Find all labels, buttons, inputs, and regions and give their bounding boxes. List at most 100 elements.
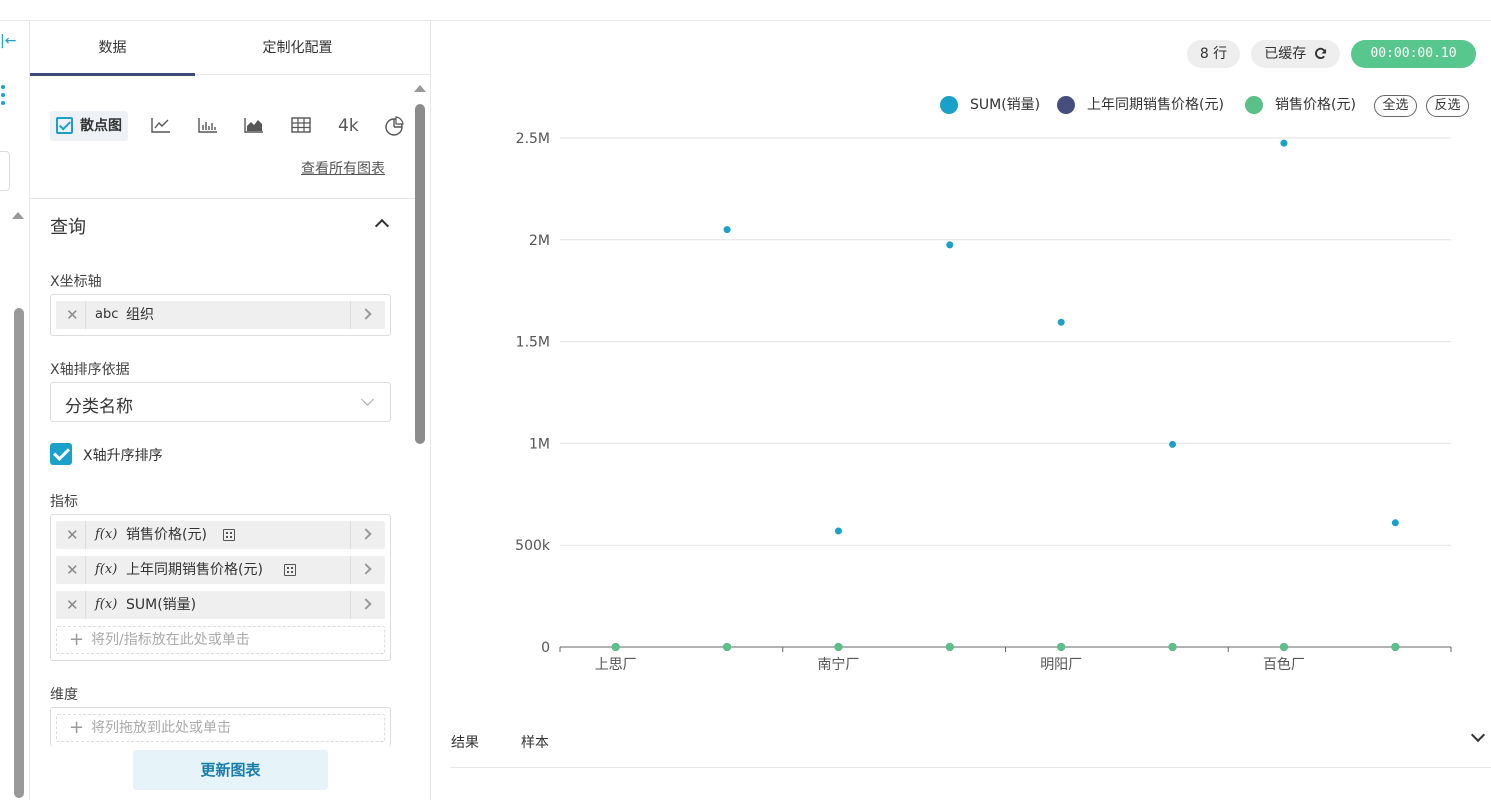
more-vertical-icon[interactable]: [1, 85, 7, 111]
pill-separator: [350, 301, 351, 329]
plus-icon: +: [69, 717, 85, 738]
text-type-icon: abc: [95, 307, 119, 322]
metrics-label: 指标: [50, 494, 78, 510]
metrics-dropzone[interactable]: + 将列/指标放在此处或单击: [56, 626, 385, 654]
chevron-right-icon[interactable]: [360, 528, 372, 540]
metric-pill[interactable]: ✕ f(x) 销售价格(元): [56, 521, 385, 549]
metric-pill[interactable]: ✕ f(x) 上年同期销售价格(元): [56, 556, 385, 584]
ascending-checkbox[interactable]: [50, 443, 72, 465]
pill-separator: [350, 521, 351, 549]
cached-label: 已缓存: [1264, 46, 1307, 62]
legend-item[interactable]: SUM(销量): [940, 94, 1050, 116]
metrics-well[interactable]: ✕ f(x) 销售价格(元) ✕ f(x) 上年同期销售价格(元) ✕ f(x)…: [50, 514, 391, 661]
refresh-icon[interactable]: [1314, 42, 1327, 70]
table-icon[interactable]: [291, 111, 313, 141]
search-box-edge[interactable]: [0, 151, 10, 191]
x-axis-well[interactable]: ✕ abc 组织: [50, 294, 391, 336]
pill-separator: [85, 556, 86, 584]
function-icon: f(x): [95, 562, 118, 577]
legend-item[interactable]: 销售价格(元): [1245, 94, 1365, 116]
legend-swatch: [1057, 96, 1075, 114]
x-axis-field-name: 组织: [126, 307, 154, 323]
data-point: [1169, 440, 1177, 448]
data-point: [834, 527, 842, 535]
check-icon: [56, 117, 73, 134]
left-strip: |←: [0, 21, 30, 800]
chart-type-scatter[interactable]: 散点图: [50, 111, 128, 141]
remove-icon[interactable]: ✕: [66, 526, 79, 544]
dimensions-label: 维度: [50, 687, 78, 703]
view-all-charts-link[interactable]: 查看所有图表: [301, 158, 385, 178]
dimensions-well[interactable]: + 将列拖放到此处或单击: [50, 707, 391, 747]
pill-separator: [85, 521, 86, 549]
collapse-icon[interactable]: |←: [0, 33, 18, 51]
remove-icon[interactable]: ✕: [66, 561, 79, 579]
y-tick-label: 1M: [529, 436, 550, 452]
y-tick-label: 500k: [515, 538, 551, 554]
metric-pill[interactable]: ✕ f(x) SUM(销量): [56, 591, 385, 619]
tab-results[interactable]: 结果: [451, 732, 479, 752]
chevron-down-icon[interactable]: [1470, 727, 1486, 743]
x-tick-label: 上思厂: [595, 657, 637, 673]
legend-item[interactable]: 上年同期销售价格(元): [1057, 94, 1237, 116]
invert-selection-button[interactable]: 反选: [1426, 95, 1469, 117]
metric-name: 销售价格(元): [126, 527, 207, 543]
pie-chart-icon[interactable]: [384, 111, 406, 141]
chevron-right-icon[interactable]: [360, 308, 372, 320]
line-chart-icon[interactable]: [151, 111, 173, 141]
data-point: [946, 241, 954, 249]
data-point: [1057, 318, 1065, 326]
x-sort-value: 分类名称: [65, 397, 133, 417]
cached-badge[interactable]: 已缓存: [1251, 40, 1340, 68]
pill-separator: [350, 556, 351, 584]
query-section-title[interactable]: 查询: [50, 213, 86, 239]
area-chart-icon[interactable]: [244, 111, 266, 141]
x-axis-field-pill[interactable]: ✕ abc 组织: [56, 301, 385, 329]
tab-customize[interactable]: 定制化配置: [195, 21, 400, 75]
y-tick-label: 2M: [529, 233, 550, 249]
metrics-placeholder: 将列/指标放在此处或单击: [91, 632, 250, 648]
legend-label: 上年同期销售价格(元): [1087, 97, 1224, 113]
big-number-icon[interactable]: 4k: [338, 111, 362, 141]
dimensions-dropzone[interactable]: + 将列拖放到此处或单击: [56, 714, 385, 742]
scatter-chart: 0 500k 1M 1.5M 2M 2.5M 上思厂 南宁厂 明阳厂 百色厂: [515, 131, 1452, 673]
legend-label: SUM(销量): [970, 97, 1041, 113]
data-point: [1280, 139, 1288, 147]
x-sort-select[interactable]: 分类名称: [50, 382, 391, 422]
pill-separator: [350, 591, 351, 619]
format-icon[interactable]: [284, 564, 296, 576]
format-icon[interactable]: [223, 529, 235, 541]
chevron-right-icon[interactable]: [360, 598, 372, 610]
chevron-up-icon[interactable]: [374, 218, 390, 234]
remove-icon[interactable]: ✕: [66, 596, 79, 614]
x-tick-label: 百色厂: [1263, 656, 1305, 673]
data-point: [723, 226, 731, 234]
ascending-label[interactable]: X轴升序排序: [83, 445, 163, 465]
panel-scroll-up-icon[interactable]: [414, 85, 426, 92]
chart-type-scatter-label: 散点图: [80, 118, 122, 134]
left-scrollbar[interactable]: [14, 308, 24, 798]
pill-separator: [85, 591, 86, 619]
data-point: [723, 643, 732, 651]
tab-data[interactable]: 数据: [30, 21, 195, 76]
data-point: [1391, 643, 1400, 651]
x-tick-label: 南宁厂: [817, 656, 859, 673]
divider: [30, 198, 415, 199]
select-all-button[interactable]: 全选: [1374, 95, 1417, 117]
query-time-badge: 00:00:00.10: [1351, 40, 1476, 68]
panel-scrollbar[interactable]: [415, 104, 425, 444]
top-bar: [0, 0, 1491, 21]
remove-icon[interactable]: ✕: [66, 306, 79, 324]
results-tabs: 结果 样本: [450, 727, 1491, 768]
panel-tabs: 数据 定制化配置: [30, 21, 430, 76]
tab-samples[interactable]: 样本: [521, 732, 549, 752]
x-sort-label: X轴排序依据: [50, 362, 130, 378]
legend-swatch: [1245, 96, 1263, 114]
update-chart-button[interactable]: 更新图表: [133, 750, 328, 790]
scroll-up-icon[interactable]: [12, 212, 24, 219]
data-point: [611, 643, 620, 651]
legend-label: 销售价格(元): [1275, 97, 1356, 113]
data-point: [945, 643, 954, 651]
bar-chart-icon[interactable]: [198, 111, 220, 141]
chevron-right-icon[interactable]: [360, 563, 372, 575]
